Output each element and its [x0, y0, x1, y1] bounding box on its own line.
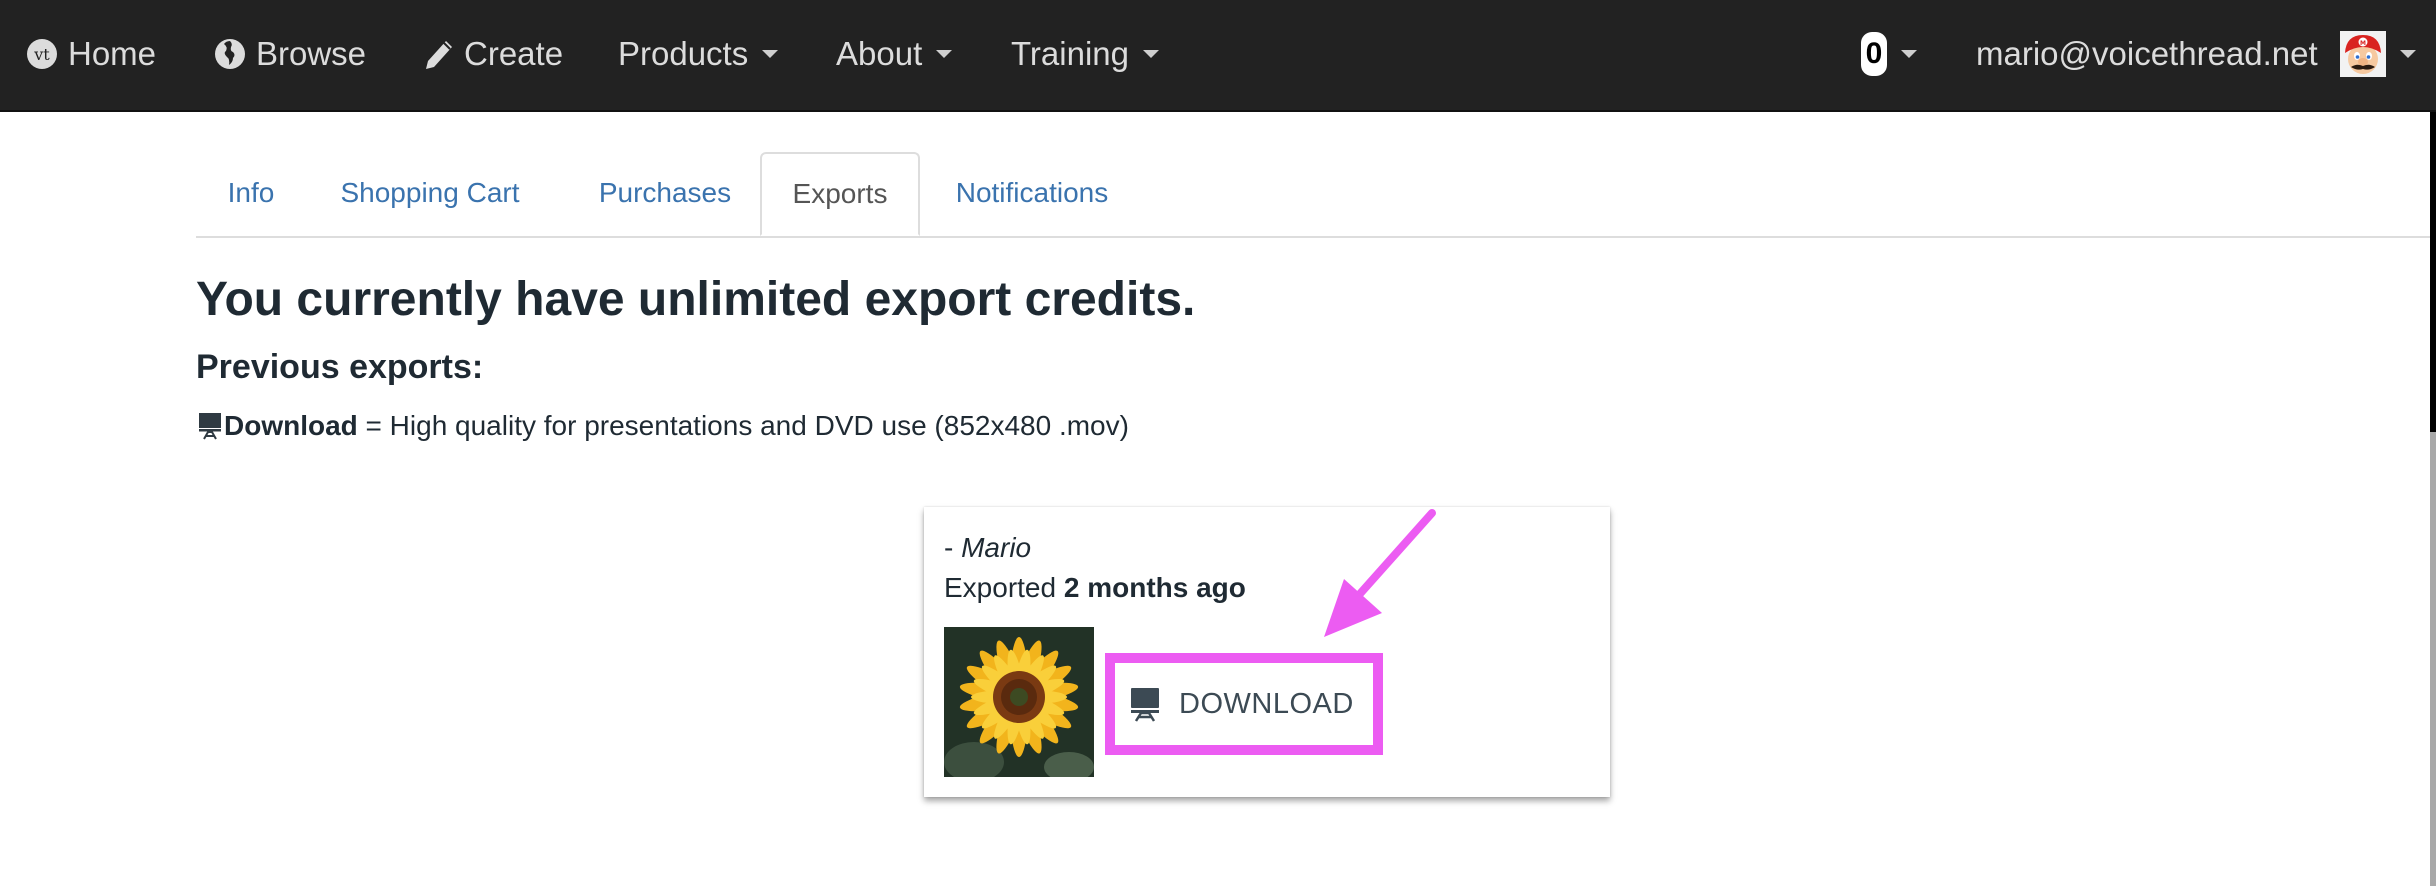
caret-down-icon	[1143, 50, 1159, 58]
user-email: mario@voicethread.net	[1976, 35, 2318, 72]
caret-down-icon	[2399, 50, 2416, 58]
user-avatar: M	[2339, 31, 2386, 77]
download-button-label: DOWNLOAD	[1179, 687, 1354, 720]
account-tabs: Info Shopping Cart Purchases Exports Not…	[196, 152, 2436, 238]
globe-icon	[214, 38, 246, 70]
tab-purchases-label: Purchases	[598, 177, 732, 208]
caret-down-icon	[762, 50, 779, 58]
vt-logo-icon: vt	[26, 38, 58, 70]
export-credits-heading: You currently have unlimited export cred…	[196, 273, 1196, 326]
nav-browse[interactable]: Browse	[214, 0, 366, 108]
tab-exports-label: Exports	[792, 178, 888, 209]
nav-browse-label: Browse	[256, 35, 367, 72]
caret-down-icon	[936, 50, 953, 58]
notification-count-badge: 0	[1861, 32, 1887, 76]
nav-training-label: Training	[1011, 35, 1129, 72]
nav-home[interactable]: vt Home	[26, 0, 156, 108]
vertical-scrollbar[interactable]	[2430, 112, 2436, 886]
annotation-arrow-icon	[1324, 509, 1436, 637]
download-button[interactable]: DOWNLOAD	[1115, 663, 1373, 745]
presentation-icon	[196, 411, 224, 441]
tab-notifications[interactable]: Notifications	[932, 152, 1132, 234]
export-format-legend: Download = High quality for presentation…	[196, 410, 1129, 442]
legend-description: = High quality for presentations and DVD…	[357, 410, 1129, 441]
nav-products-dropdown[interactable]: Products	[618, 0, 779, 108]
tab-exports[interactable]: Exports	[760, 152, 920, 236]
caret-down-icon	[1901, 50, 1917, 58]
svg-text:M: M	[2360, 40, 2366, 47]
user-menu-dropdown[interactable]: mario@voicethread.net M	[1976, 0, 2416, 108]
tab-purchases[interactable]: Purchases	[576, 152, 754, 234]
legend-download-label: Download	[224, 410, 358, 441]
tab-shopping-cart[interactable]: Shopping Cart	[320, 152, 540, 234]
nav-home-label: Home	[68, 35, 157, 72]
scrollbar-thumb[interactable]	[2430, 432, 2436, 886]
nav-create[interactable]: Create	[422, 0, 563, 108]
tab-info[interactable]: Info	[196, 152, 306, 234]
nav-create-label: Create	[464, 35, 564, 72]
top-navbar: vt Home Browse Create Products About Tra…	[0, 0, 2436, 112]
nav-training-dropdown[interactable]: Training	[1011, 0, 1159, 108]
export-date: Exported 2 months ago	[944, 572, 1246, 604]
presentation-icon	[1129, 686, 1161, 722]
download-highlight-box: DOWNLOAD	[1105, 653, 1383, 755]
sunflower-thumbnail[interactable]	[944, 627, 1094, 777]
notifications-dropdown[interactable]: 0	[1861, 0, 1917, 108]
tab-notifications-label: Notifications	[955, 177, 1109, 208]
nav-about-dropdown[interactable]: About	[836, 0, 953, 108]
export-card: - Mario Exported 2 months ago DOWNLOAD	[924, 507, 1610, 797]
nav-products-label: Products	[618, 35, 749, 72]
author-name: Mario	[961, 532, 1032, 563]
nav-about-label: About	[836, 35, 923, 72]
svg-text:vt: vt	[33, 45, 50, 64]
exported-time: 2 months ago	[1063, 572, 1246, 603]
export-author: - Mario	[944, 532, 1031, 564]
tab-info-label: Info	[227, 177, 275, 208]
tab-shopping-cart-label: Shopping Cart	[340, 177, 520, 208]
exported-prefix: Exported	[944, 572, 1064, 603]
previous-exports-heading: Previous exports:	[196, 348, 484, 386]
author-prefix: -	[944, 532, 962, 563]
pencil-icon	[422, 37, 454, 71]
